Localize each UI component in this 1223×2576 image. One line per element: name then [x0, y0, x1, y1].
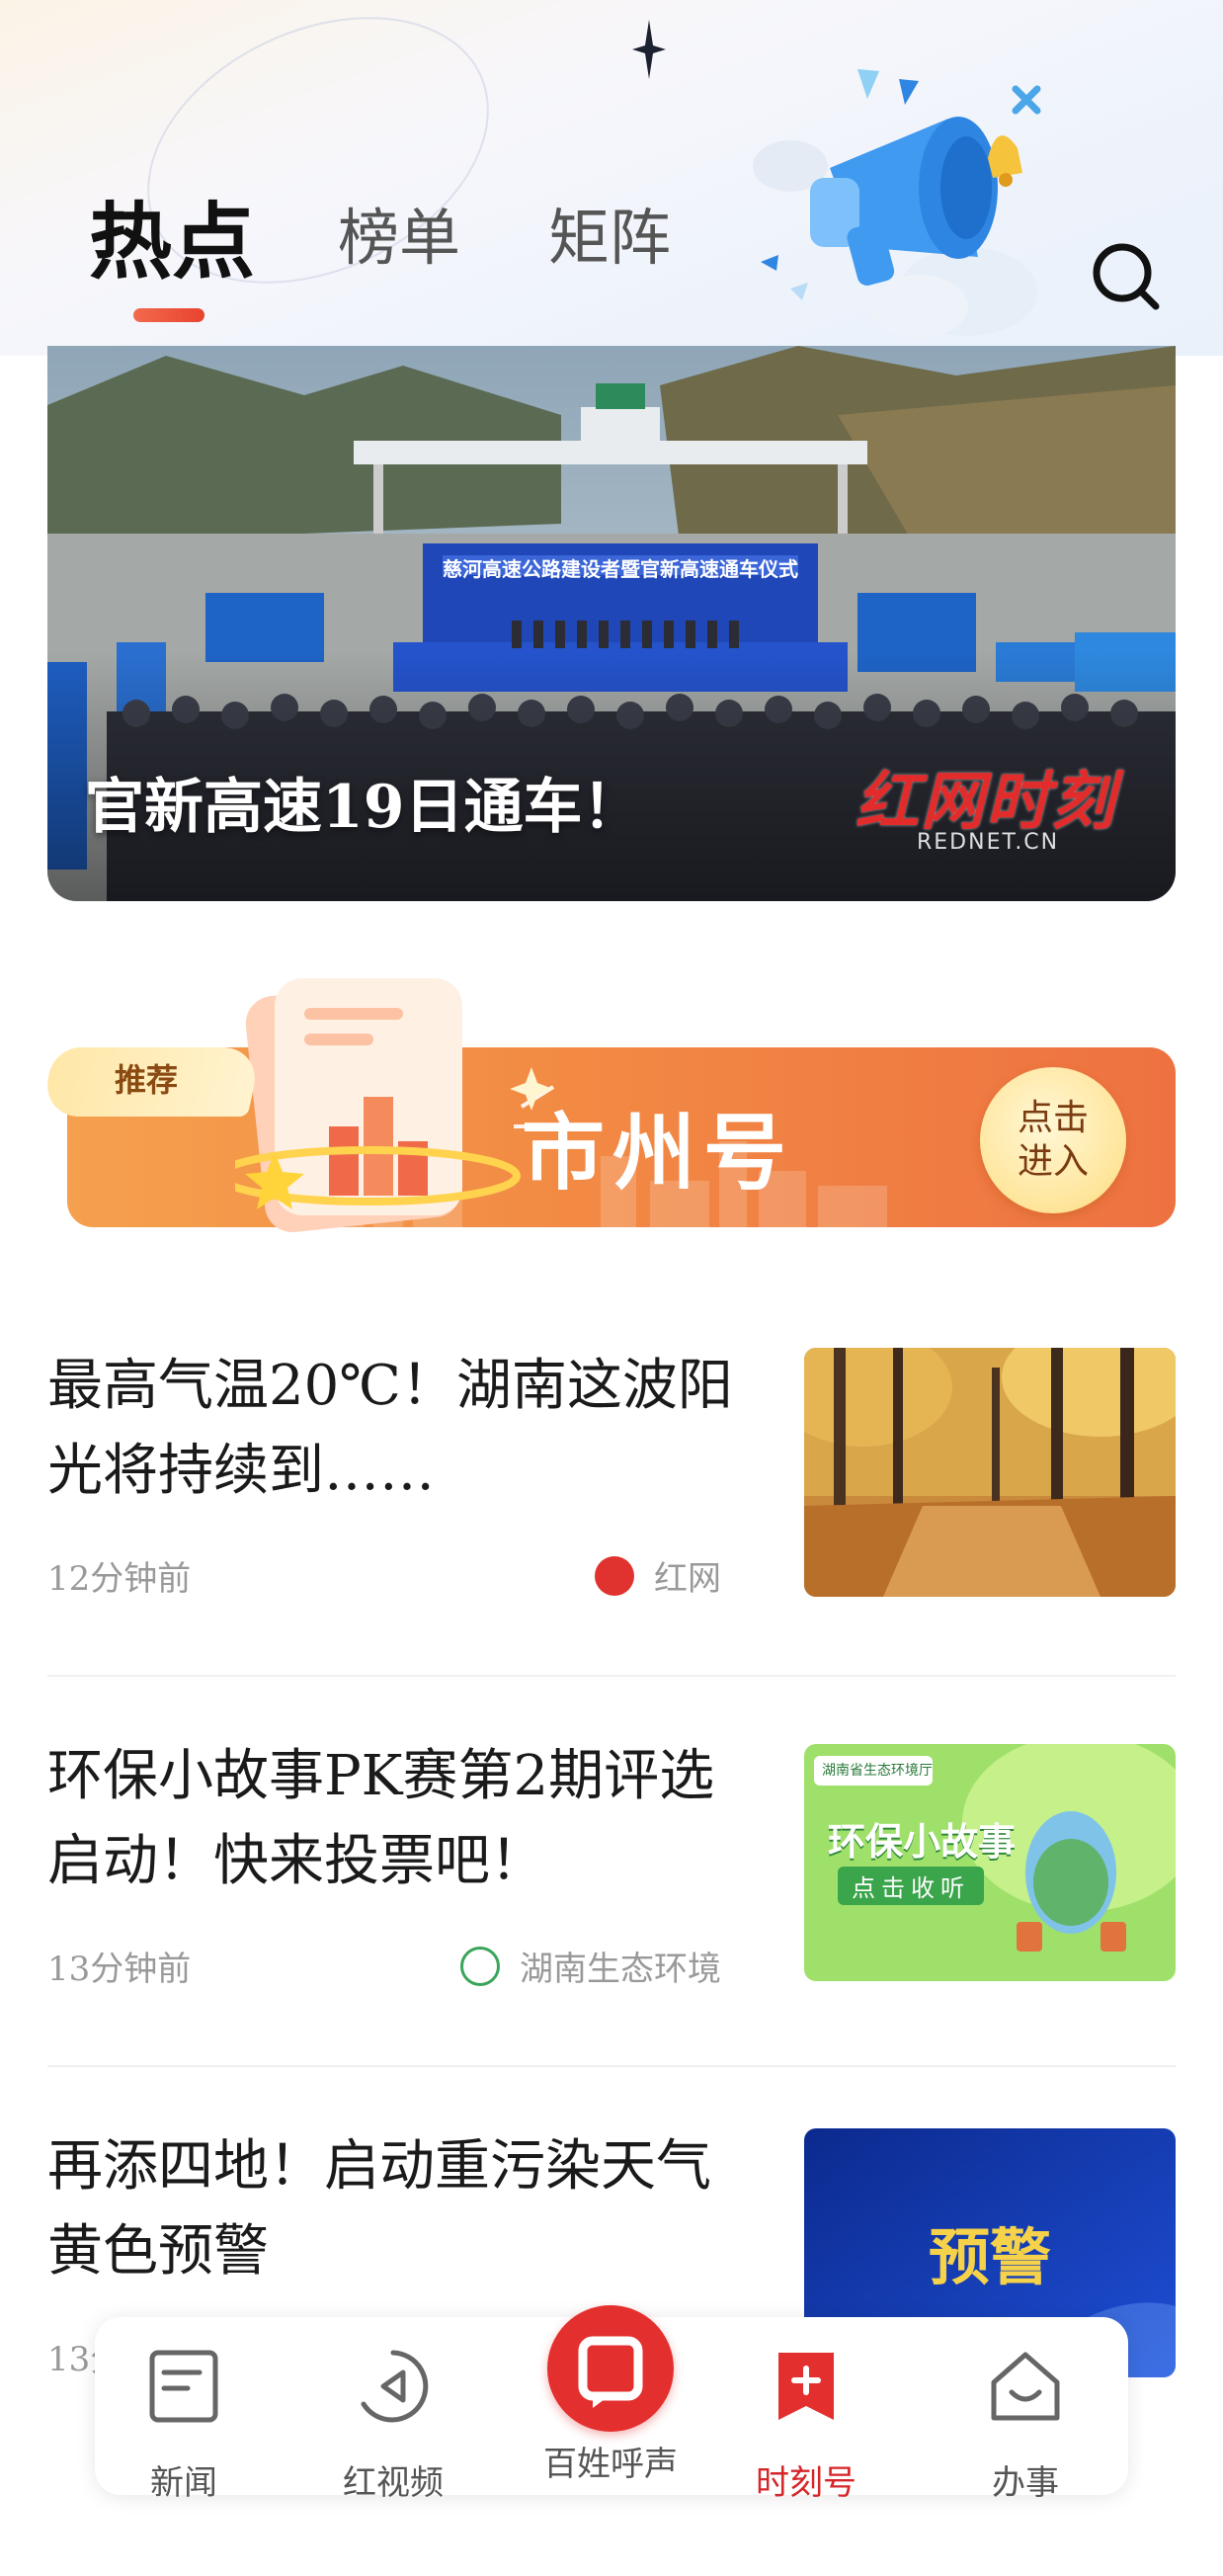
rednet-source-icon — [595, 1555, 634, 1596]
nav-public-voice-label: 百姓呼声 — [543, 2445, 678, 2484]
thumb-title: 预警 — [928, 2221, 1051, 2293]
search-icon[interactable] — [1087, 237, 1166, 316]
nav-label: 红视频 — [343, 2463, 444, 2503]
thumb-subtitle: 点击收听 — [838, 1867, 984, 1905]
news-item[interactable]: 最高气温20℃！湖南这波阳光将持续到…… 12分钟前 红网 — [47, 1344, 1176, 1630]
hero-carousel-image[interactable]: 慈河高速公路建设者暨官新高速通车仪式 官新高速19日通车！ 红网时刻 REDNE… — [47, 346, 1176, 901]
news-icon — [149, 2350, 218, 2423]
active-tab-indicator — [133, 308, 204, 322]
nav-public-voice[interactable] — [547, 2305, 674, 2432]
news-title: 环保小故事PK赛第2期评选启动！快来投票吧！ — [47, 1744, 715, 1893]
city-account-banner[interactable]: 推荐 市州号 点击进入 — [40, 968, 1176, 1255]
tab-ranking[interactable]: 榜单 — [338, 188, 460, 277]
enter-button-label: 点击进入 — [1017, 1098, 1089, 1182]
thumb-badge: 湖南省生态环境厅 — [822, 1763, 933, 1779]
list-divider — [47, 2065, 1176, 2067]
report-card-illustration — [235, 978, 521, 1233]
enter-button[interactable]: 点击进入 — [980, 1067, 1126, 1213]
news-source-label: 红网 — [654, 1559, 721, 1599]
bookmark-plus-icon — [778, 2353, 834, 2420]
megaphone-illustration — [753, 69, 1041, 338]
nav-red-video[interactable]: 红视频 — [304, 2317, 482, 2503]
rednet-watermark-logo: 红网时刻 — [856, 766, 1116, 839]
tab-matrix[interactable]: 矩阵 — [548, 188, 671, 277]
nav-news[interactable]: 新闻 — [95, 2317, 273, 2503]
news-time: 13分钟前 — [47, 1950, 192, 1989]
tab-hot[interactable]: 热点 — [89, 176, 255, 295]
banner-title: 市州号 — [522, 1104, 795, 1202]
news-thumbnail — [804, 1348, 1176, 1597]
news-source-label: 湖南生态环境 — [520, 1950, 721, 1989]
bottom-navigation: 新闻 红视频 百姓呼声 时刻号 办事 — [95, 2305, 1128, 2503]
sparkle-icon — [632, 20, 666, 79]
eco-environment-source-icon — [460, 1946, 500, 1986]
nav-label: 新闻 — [150, 2463, 217, 2503]
nav-label: 时刻号 — [756, 2463, 856, 2503]
hero-sign-text: 慈河高速公路建设者暨官新高速通车仪式 — [443, 557, 798, 581]
nav-moment-account[interactable]: 时刻号 — [717, 2317, 895, 2503]
news-source[interactable]: 红网 — [595, 1551, 721, 1600]
rednet-watermark-domain: REDNET.CN — [917, 830, 1060, 855]
voice-icon — [578, 2336, 643, 2408]
news-time: 12分钟前 — [47, 1559, 192, 1599]
news-thumbnail: 湖南省生态环境厅 环保小故事 点击收听 — [804, 1744, 1176, 1981]
news-source[interactable]: 湖南生态环境 — [460, 1942, 721, 1990]
list-divider — [47, 1675, 1176, 1677]
thumb-title: 环保小故事 — [828, 1820, 1017, 1864]
video-icon — [361, 2350, 429, 2423]
service-icon — [991, 2352, 1060, 2421]
news-item[interactable]: 环保小故事PK赛第2期评选启动！快来投票吧！ 13分钟前 湖南生态环境 湖南省生… — [47, 1734, 1176, 2021]
news-title: 最高气温20℃！湖南这波阳光将持续到…… — [47, 1354, 733, 1503]
autumn-trees-image — [804, 1348, 1176, 1597]
nav-label: 办事 — [992, 2463, 1059, 2503]
hero-caption: 官新高速19日通车！ — [85, 773, 642, 842]
news-title: 再添四地！启动重污染天气黄色预警 — [47, 2134, 711, 2284]
recommend-tag-label: 推荐 — [115, 1061, 179, 1099]
nav-services[interactable]: 办事 — [937, 2317, 1114, 2503]
